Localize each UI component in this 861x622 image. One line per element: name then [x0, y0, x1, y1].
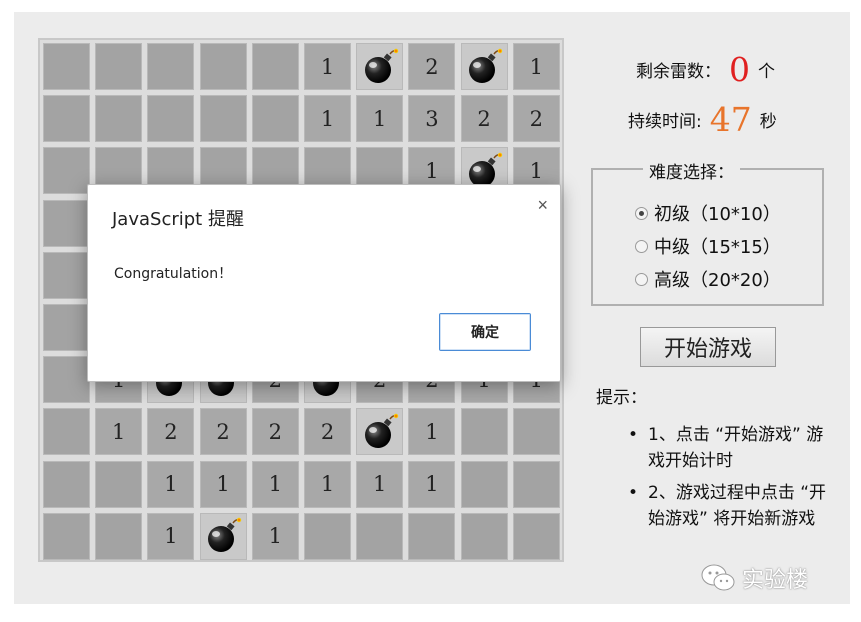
watermark-text: 实验楼 [742, 568, 809, 593]
radio-medium[interactable] [635, 239, 648, 253]
board-cell[interactable] [199, 95, 247, 143]
mine-cell[interactable] [356, 408, 404, 456]
number-cell[interactable]: 1 [251, 460, 299, 508]
number-cell[interactable]: 2 [408, 43, 456, 90]
board-cell[interactable] [95, 43, 143, 90]
tip-item: 2、游戏过程中点击 “开始游戏” 将开始新游戏 [624, 480, 834, 532]
mine-cell[interactable] [460, 43, 508, 90]
difficulty-option-label: 初级（10*10） [654, 204, 781, 225]
board-cell[interactable] [251, 43, 299, 90]
board-cell[interactable] [43, 147, 90, 195]
number-cell[interactable]: 3 [408, 95, 456, 143]
alert-dialog: JavaScript 提醒 × Congratulation！ 确定 [87, 184, 561, 382]
difficulty-option-label: 高级（20*20） [654, 270, 781, 291]
difficulty-option-hard[interactable]: 高级（20*20） [635, 266, 781, 292]
tips-list: 1、点击 “开始游戏” 游戏开始计时 2、游戏过程中点击 “开始游戏” 将开始新… [624, 422, 834, 538]
bomb-icon [360, 47, 400, 87]
board-cell[interactable] [43, 304, 90, 351]
number-cell[interactable]: 1 [147, 512, 195, 560]
radio-hard[interactable] [635, 272, 648, 286]
remaining-mines-value: 0 [729, 50, 750, 89]
board-cell[interactable] [304, 512, 351, 560]
board-cell[interactable] [43, 199, 90, 247]
board-cell[interactable] [43, 43, 90, 90]
board-cell[interactable] [251, 95, 299, 143]
wechat-icon [701, 564, 735, 591]
board-cell[interactable] [95, 95, 143, 143]
board-cell[interactable] [43, 95, 90, 143]
number-cell[interactable]: 2 [251, 408, 299, 456]
board-cell[interactable] [43, 251, 90, 299]
board-cell[interactable] [512, 460, 560, 508]
ok-button[interactable]: 确定 [439, 313, 531, 351]
board-cell[interactable] [199, 43, 247, 90]
tip-item: 1、点击 “开始游戏” 游戏开始计时 [624, 422, 834, 474]
board-cell[interactable] [43, 460, 90, 508]
close-icon[interactable]: × [537, 195, 548, 216]
number-cell[interactable]: 2 [304, 408, 351, 456]
number-cell[interactable]: 1 [304, 95, 351, 143]
board-cell[interactable] [512, 408, 560, 456]
difficulty-option-label: 中级（15*15） [654, 237, 781, 258]
elapsed-time-label: 持续时间: [628, 112, 702, 132]
number-cell[interactable]: 1 [304, 43, 351, 90]
number-cell[interactable]: 1 [512, 43, 560, 90]
remaining-mines-label: 剩余雷数： [636, 62, 721, 82]
number-cell[interactable]: 1 [147, 460, 195, 508]
number-cell[interactable]: 1 [408, 460, 456, 508]
bomb-icon [203, 516, 243, 556]
radio-easy[interactable] [635, 206, 648, 220]
number-cell[interactable]: 2 [512, 95, 560, 143]
board-cell[interactable] [95, 460, 143, 508]
board-cell[interactable] [356, 512, 404, 560]
board-cell[interactable] [512, 512, 560, 560]
bomb-icon [464, 47, 504, 87]
number-cell[interactable]: 1 [356, 460, 404, 508]
remaining-mines: 剩余雷数： 0 个 [636, 50, 775, 89]
number-cell[interactable]: 1 [199, 460, 247, 508]
board-cell[interactable] [460, 408, 508, 456]
board-cell[interactable] [43, 408, 90, 456]
watermark: 实验楼 [700, 562, 808, 594]
board-cell[interactable] [95, 512, 143, 560]
number-cell[interactable]: 2 [147, 408, 195, 456]
board-cell[interactable] [147, 43, 195, 90]
number-cell[interactable]: 2 [199, 408, 247, 456]
tips-title: 提示： [596, 388, 647, 408]
board-cell[interactable] [460, 460, 508, 508]
board-cell[interactable] [43, 512, 90, 560]
board-cell[interactable] [408, 512, 456, 560]
dialog-message: Congratulation！ [114, 266, 233, 282]
number-cell[interactable]: 1 [251, 512, 299, 560]
difficulty-fieldset: 难度选择： 初级（10*10） 中级（15*15） 高级（20*20） [591, 158, 824, 306]
remaining-mines-unit: 个 [758, 62, 775, 82]
difficulty-legend: 难度选择： [643, 158, 740, 183]
number-cell[interactable]: 1 [356, 95, 404, 143]
number-cell[interactable]: 1 [408, 408, 456, 456]
bomb-icon [360, 412, 400, 452]
number-cell[interactable]: 1 [95, 408, 143, 456]
board-cell[interactable] [147, 95, 195, 143]
difficulty-option-easy[interactable]: 初级（10*10） [635, 200, 781, 226]
board-cell[interactable] [43, 356, 90, 404]
mine-cell[interactable] [356, 43, 404, 90]
difficulty-option-medium[interactable]: 中级（15*15） [635, 233, 781, 259]
elapsed-time: 持续时间: 47 秒 [628, 100, 777, 139]
start-game-button[interactable]: 开始游戏 [640, 327, 776, 367]
number-cell[interactable]: 2 [460, 95, 508, 143]
board-cell[interactable] [460, 512, 508, 560]
elapsed-time-value: 47 [709, 100, 752, 139]
dialog-title: JavaScript 提醒 [112, 209, 244, 230]
elapsed-time-unit: 秒 [759, 112, 777, 132]
mine-cell[interactable] [199, 512, 247, 560]
number-cell[interactable]: 1 [304, 460, 351, 508]
